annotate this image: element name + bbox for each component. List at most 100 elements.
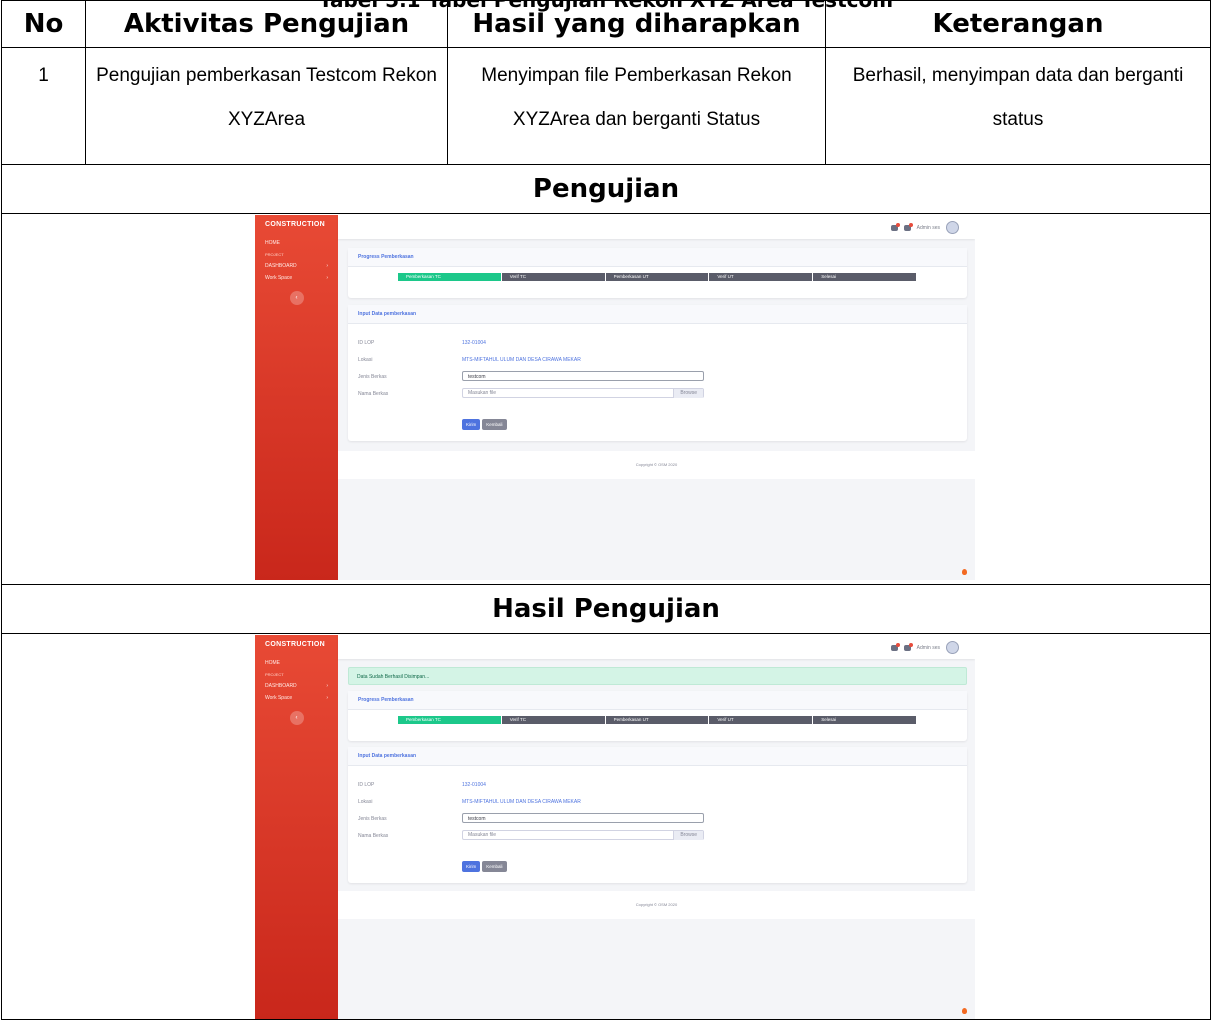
progress-card: Progress Pemberkasan Pemberkasan TC Veri… [348, 248, 967, 298]
header-activity: Aktivitas Pengujian [85, 0, 448, 48]
step-pemberkasan-ut: Pemberkasan UT [605, 273, 710, 281]
cell-note: Berhasil, menyimpan data dan berganti st… [825, 47, 1211, 165]
sidebar-item-dashboard[interactable]: DASHBOARD › [255, 257, 338, 269]
chevron-right-icon: › [326, 263, 328, 269]
cell-activity: Pengujian pemberkasan Testcom Rekon XYZA… [85, 47, 448, 165]
bell-icon[interactable] [890, 222, 900, 231]
topbar: Admin ses [338, 215, 975, 239]
fire-icon [962, 1008, 967, 1014]
step-pemberkasan-ut: Pemberkasan UT [605, 716, 710, 724]
step-pemberkasan-tc: Pemberkasan TC [398, 716, 502, 724]
form-title: Input Data pemberkasan [348, 305, 967, 324]
id-lop-label: ID LOP [358, 782, 375, 788]
header-no: No [1, 0, 86, 48]
browse-button[interactable]: Browse [673, 389, 703, 398]
cell-no: 1 [1, 47, 86, 165]
id-lop-value: 132-01004 [462, 340, 486, 346]
progress-card: Progress Pemberkasan Pemberkasan TC Veri… [348, 691, 967, 741]
sidebar-item-home[interactable]: HOME [255, 234, 338, 246]
back-button[interactable]: Kembali [482, 861, 507, 872]
brand-logo: CONSTRUCTION [265, 641, 325, 648]
file-type-label: Jenis Berkas [358, 374, 387, 380]
sidebar-item-label: DASHBOARD [265, 263, 297, 269]
file-placeholder: Masukan file [468, 390, 497, 396]
chevron-right-icon: › [326, 683, 328, 689]
step-verif-ut: Verif UT [709, 273, 814, 281]
location-label: Lokasi [358, 799, 373, 805]
chevron-right-icon: › [326, 695, 328, 701]
sidebar-item-label: Work Space [265, 695, 293, 701]
test-screenshot: CONSTRUCTION HOME PROJECT DASHBOARD › Wor… [255, 215, 975, 580]
sidebar: CONSTRUCTION HOME PROJECT DASHBOARD › Wor… [255, 215, 338, 580]
success-alert: Data Sudah Berhasil Disimpan... [348, 667, 967, 685]
section-result-title: Hasil Pengujian [1, 584, 1211, 634]
sidebar-toggle-button[interactable]: ‹ [289, 711, 304, 725]
sidebar: CONSTRUCTION HOME PROJECT DASHBOARD › Wor… [255, 635, 338, 1019]
section-test-title: Pengujian [1, 164, 1211, 214]
sidebar-section-label: PROJECT [265, 252, 284, 257]
table-row: 1 Pengujian pemberkasan Testcom Rekon XY… [1, 47, 1211, 165]
header-row: No Aktivitas Pengujian Hasil yang dihara… [1, 0, 1211, 48]
browse-button[interactable]: Browse [673, 831, 703, 840]
fire-icon [962, 569, 967, 575]
location-label: Lokasi [358, 357, 373, 363]
chevron-right-icon: › [326, 275, 328, 281]
header-expected: Hasil yang diharapkan [447, 0, 826, 48]
id-lop-label: ID LOP [358, 340, 375, 346]
back-button[interactable]: Kembali [482, 419, 507, 430]
file-type-label: Jenis Berkas [358, 816, 387, 822]
sidebar-item-label: DASHBOARD [265, 683, 297, 689]
form-title: Input Data pemberkasan [348, 747, 967, 766]
file-name-input[interactable]: Masukan file Browse [462, 830, 704, 840]
avatar[interactable] [946, 221, 959, 234]
progress-steps: Pemberkasan TC Verif TC Pemberkasan UT V… [398, 716, 917, 724]
result-screenshot-cell: CONSTRUCTION HOME PROJECT DASHBOARD › Wor… [1, 633, 1211, 1020]
test-screenshot-cell: CONSTRUCTION HOME PROJECT DASHBOARD › Wor… [1, 213, 1211, 585]
step-verif-tc: Verif TC [501, 716, 606, 724]
step-verif-tc: Verif TC [501, 273, 606, 281]
file-type-input[interactable]: testcom [462, 371, 704, 381]
file-name-label: Nama Berkas [358, 833, 389, 839]
id-lop-value: 132-01004 [462, 782, 486, 788]
file-name-input[interactable]: Masukan file Browse [462, 388, 704, 398]
sidebar-item-label: HOME [265, 240, 280, 246]
brand-logo: CONSTRUCTION [265, 221, 325, 228]
sidebar-item-label: Work Space [265, 275, 293, 281]
file-placeholder: Masukan file [468, 832, 497, 838]
user-name[interactable]: Admin ses [917, 225, 940, 231]
send-button[interactable]: Kirim [462, 419, 481, 430]
step-pemberkasan-tc: Pemberkasan TC [398, 273, 502, 281]
form-card: Input Data pemberkasan ID LOP 132-01004 L… [348, 305, 967, 441]
progress-steps: Pemberkasan TC Verif TC Pemberkasan UT V… [398, 273, 917, 281]
file-type-input[interactable]: testcom [462, 813, 704, 823]
step-selesai: Selesai [813, 273, 917, 281]
header-note: Keterangan [825, 0, 1211, 48]
location-value: MTS-MIFTAHUL ULUM DAN DESA CIRAWA MEKAR [462, 357, 581, 363]
test-table: No Aktivitas Pengujian Hasil yang dihara… [1, 0, 1211, 1020]
envelope-icon[interactable] [903, 222, 913, 231]
envelope-icon[interactable] [903, 642, 913, 651]
sidebar-item-label: HOME [265, 660, 280, 666]
form-card: Input Data pemberkasan ID LOP 132-01004 L… [348, 747, 967, 883]
user-name[interactable]: Admin ses [917, 645, 940, 651]
sidebar-section-label: PROJECT [265, 672, 284, 677]
file-name-label: Nama Berkas [358, 391, 389, 397]
step-verif-ut: Verif UT [709, 716, 814, 724]
topbar: Admin ses [338, 635, 975, 659]
cell-expected: Menyimpan file Pemberkasan Rekon XYZArea… [447, 47, 826, 165]
footer: Copyright © OSM 2020 [338, 891, 975, 919]
progress-title: Progress Pemberkasan [348, 248, 967, 267]
send-button[interactable]: Kirim [462, 861, 481, 872]
avatar[interactable] [946, 641, 959, 654]
sidebar-item-home[interactable]: HOME [255, 654, 338, 666]
step-selesai: Selesai [813, 716, 917, 724]
progress-title: Progress Pemberkasan [348, 691, 967, 710]
footer: Copyright © OSM 2020 [338, 451, 975, 479]
location-value: MTS-MIFTAHUL ULUM DAN DESA CIRAWA MEKAR [462, 799, 581, 805]
sidebar-item-workspace[interactable]: Work Space › [255, 269, 338, 281]
sidebar-toggle-button[interactable]: ‹ [289, 291, 304, 305]
bell-icon[interactable] [890, 642, 900, 651]
sidebar-item-dashboard[interactable]: DASHBOARD › [255, 677, 338, 689]
sidebar-item-workspace[interactable]: Work Space › [255, 689, 338, 701]
result-screenshot: CONSTRUCTION HOME PROJECT DASHBOARD › Wor… [255, 635, 975, 1019]
